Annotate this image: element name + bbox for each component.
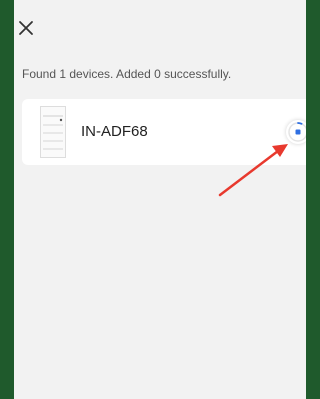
device-discovery-screen: Found 1 devices. Added 0 successfully. I… bbox=[14, 0, 306, 399]
thermostat-device-icon bbox=[40, 106, 66, 158]
device-card[interactable]: IN-ADF68 bbox=[22, 99, 306, 165]
discovery-status-text: Found 1 devices. Added 0 successfully. bbox=[22, 67, 232, 81]
close-icon[interactable] bbox=[18, 20, 34, 36]
device-name: IN-ADF68 bbox=[81, 123, 148, 140]
stop-progress-icon[interactable] bbox=[286, 120, 306, 144]
annotation-arrow bbox=[218, 144, 288, 197]
